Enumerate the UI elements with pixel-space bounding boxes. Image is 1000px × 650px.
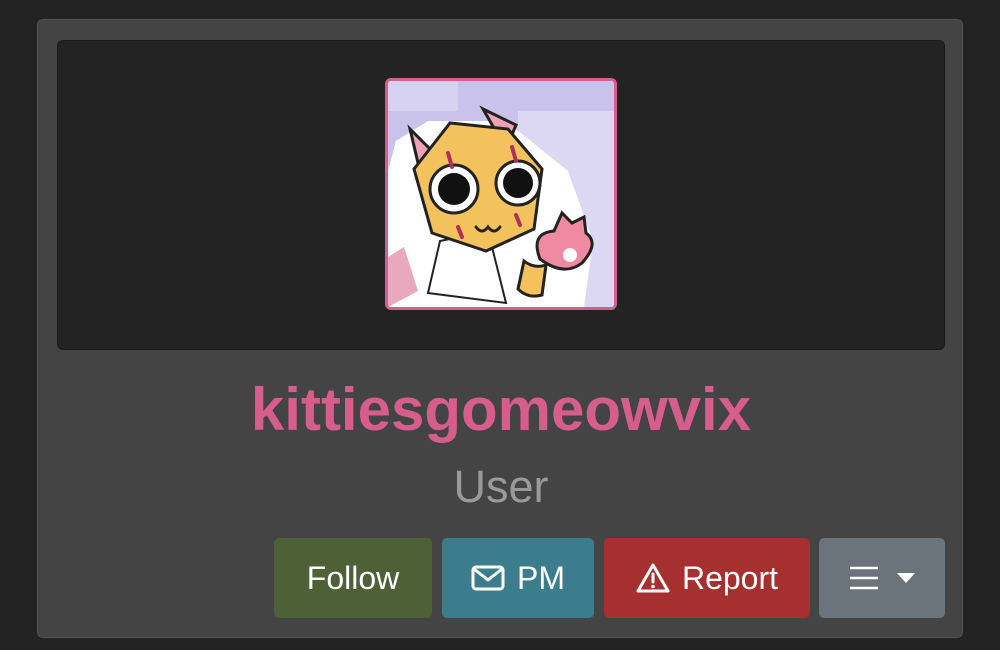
cat-avatar-icon (388, 81, 614, 307)
envelope-icon (471, 565, 505, 591)
warning-triangle-icon (636, 563, 670, 593)
pm-label: PM (517, 559, 565, 596)
follow-button[interactable]: Follow (274, 538, 432, 618)
avatar[interactable] (385, 78, 617, 310)
hamburger-menu-icon (849, 566, 879, 590)
report-label: Report (681, 559, 779, 596)
pm-button[interactable]: PM (442, 538, 594, 618)
caret-down-icon (897, 573, 915, 583)
username: kittiesgomeowvix (250, 376, 752, 443)
report-button[interactable]: Report (604, 538, 810, 618)
user-role: User (453, 461, 549, 512)
follow-label: Follow (306, 559, 400, 596)
profile-card: kittiesgomeowvix User Follow PM Report (37, 19, 963, 638)
more-menu-button[interactable] (819, 538, 945, 618)
